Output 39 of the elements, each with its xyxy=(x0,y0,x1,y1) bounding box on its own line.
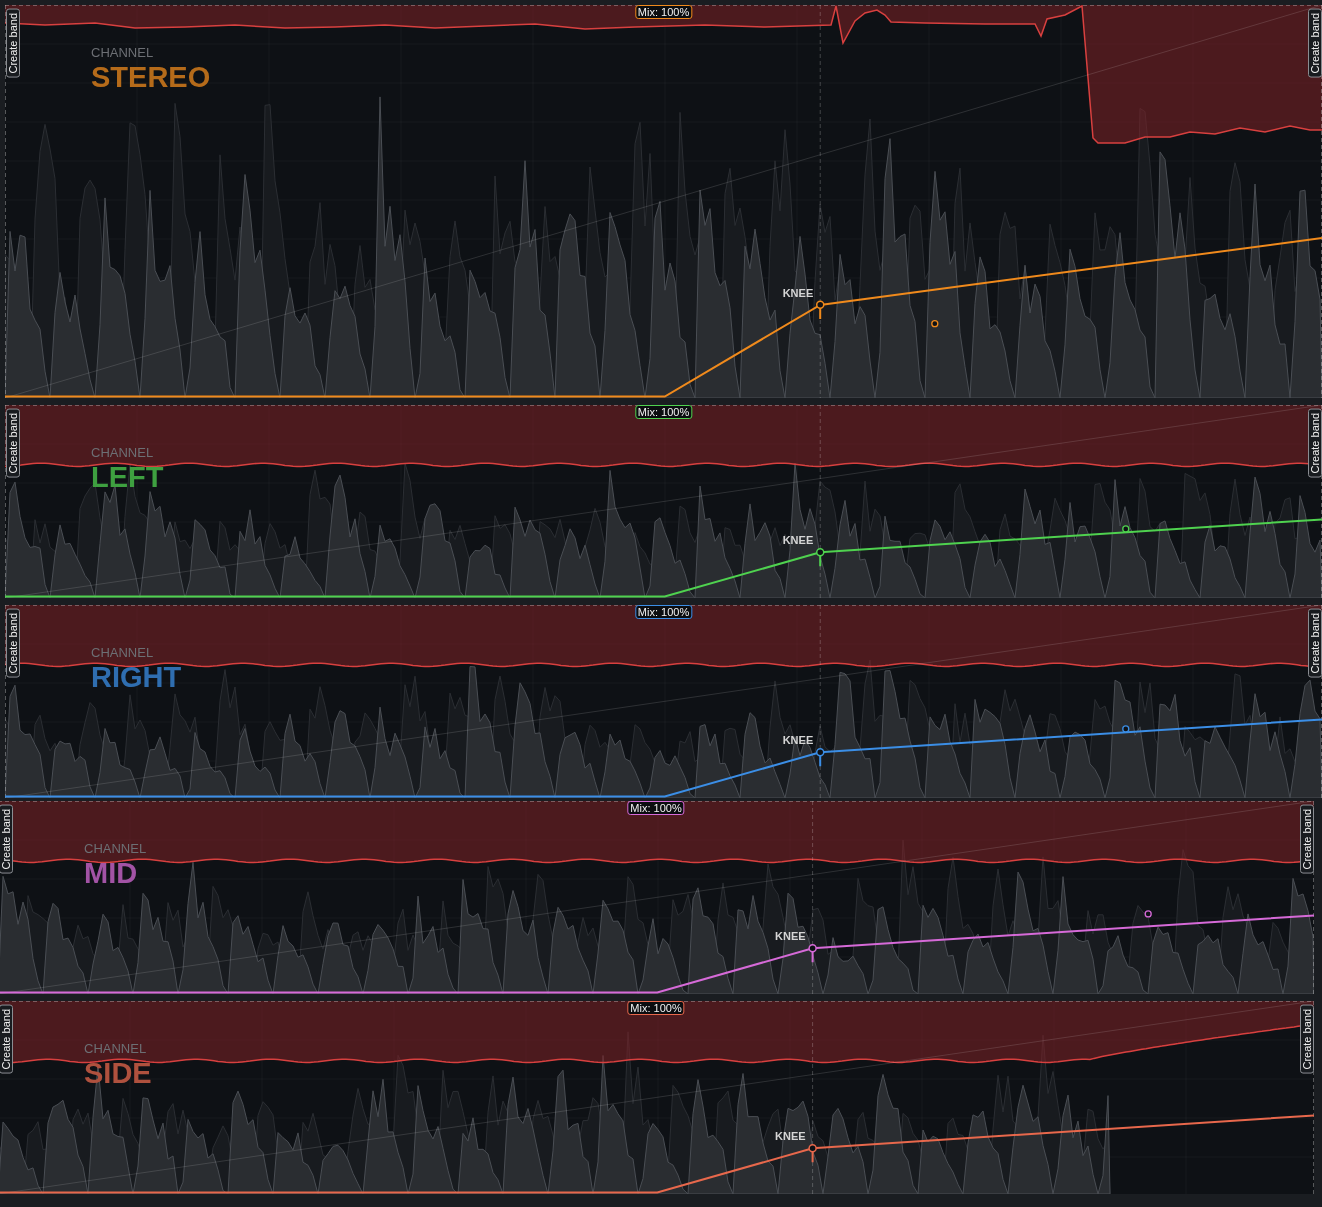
create-band-button[interactable]: Create band xyxy=(1308,609,1322,678)
channel-name: STEREO xyxy=(91,62,211,92)
create-band-button[interactable]: Create band xyxy=(6,9,20,78)
create-band-button[interactable]: Create band xyxy=(0,805,13,874)
channel-label: CHANNEL xyxy=(91,45,154,60)
create-band-button[interactable]: Create band xyxy=(6,609,20,678)
channel-name: RIGHT xyxy=(91,662,182,692)
mix-badge[interactable]: Mix: 100% xyxy=(634,405,693,419)
knee-handle-icon[interactable] xyxy=(815,300,825,310)
control-point-icon[interactable] xyxy=(1122,725,1130,733)
knee-handle-icon[interactable] xyxy=(815,748,825,757)
knee-handle-icon[interactable] xyxy=(808,1144,817,1153)
mix-badge[interactable]: Mix: 100% xyxy=(627,1001,685,1015)
control-point-icon[interactable] xyxy=(931,320,939,328)
channel-label: CHANNEL xyxy=(84,1041,147,1056)
knee-label: KNEE xyxy=(782,534,814,547)
mix-badge[interactable]: Mix: 100% xyxy=(634,605,693,619)
create-band-button[interactable]: Create band xyxy=(1300,805,1314,874)
create-band-button[interactable]: Create band xyxy=(6,409,20,478)
channel-name: MID xyxy=(84,858,138,888)
knee-handle-icon[interactable] xyxy=(815,548,825,557)
knee-label: KNEE xyxy=(782,286,814,299)
knee-label: KNEE xyxy=(775,930,806,943)
channel-label: CHANNEL xyxy=(84,841,147,856)
knee-label: KNEE xyxy=(782,734,814,747)
create-band-button[interactable]: Create band xyxy=(1300,1005,1314,1074)
control-point-icon[interactable] xyxy=(1122,525,1130,533)
channel-name: SIDE xyxy=(84,1058,152,1088)
mix-badge[interactable]: Mix: 100% xyxy=(634,5,693,19)
create-band-button[interactable]: Create band xyxy=(1308,409,1322,478)
mix-badge[interactable]: Mix: 100% xyxy=(627,801,685,815)
create-band-button[interactable]: Create band xyxy=(1308,9,1322,78)
create-band-button[interactable]: Create band xyxy=(0,1005,13,1074)
channel-label: CHANNEL xyxy=(91,645,154,660)
control-point-icon[interactable] xyxy=(1144,910,1152,918)
knee-label: KNEE xyxy=(775,1130,806,1143)
channel-name: LEFT xyxy=(91,462,164,492)
knee-handle-icon[interactable] xyxy=(808,944,817,953)
channel-label: CHANNEL xyxy=(91,445,154,460)
